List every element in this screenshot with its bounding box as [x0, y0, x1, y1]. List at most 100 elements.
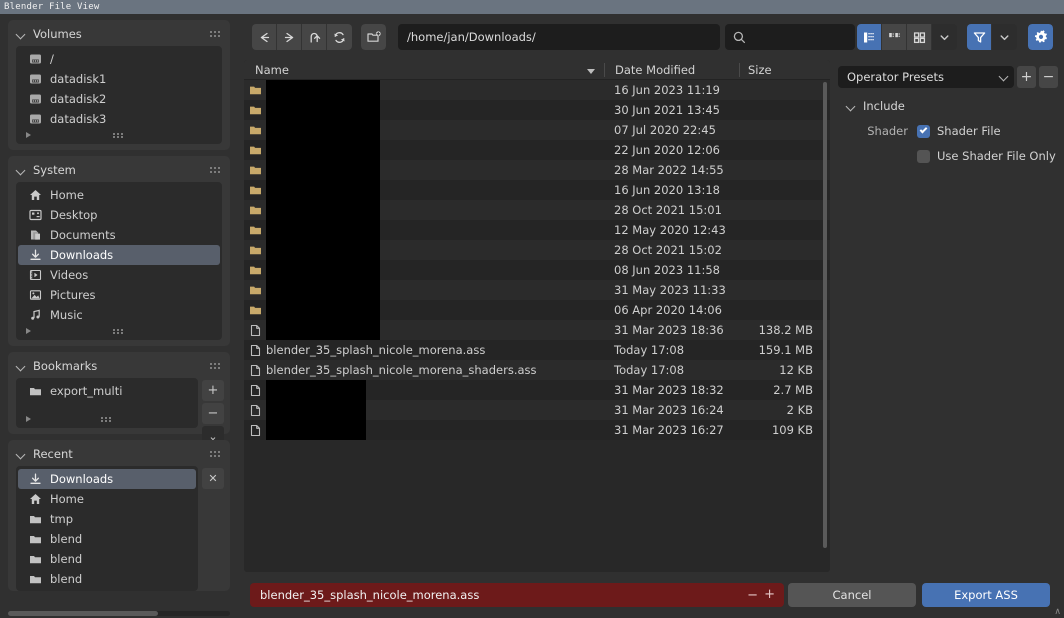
resize-corner-icon[interactable]: ∧	[1054, 608, 1061, 617]
refresh-button[interactable]	[327, 24, 352, 50]
table-row[interactable]: 31 Mar 2023 16:27 109 KB	[244, 420, 830, 440]
table-row[interactable]: 30 Jun 2021 13:45	[244, 100, 830, 120]
sidebar-item-export-multi[interactable]: export_multi	[18, 381, 196, 401]
folder-icon	[244, 144, 266, 156]
table-row[interactable]: 28 Oct 2021 15:02	[244, 240, 830, 260]
filter-options-dropdown[interactable]	[992, 24, 1017, 50]
section-header-recent[interactable]: Recent	[8, 444, 230, 464]
bookmarks-list[interactable]: export_multi	[16, 378, 198, 428]
table-row[interactable]: blender_35_splash_nicole_morena.ass Today…	[244, 340, 830, 360]
table-row[interactable]: 12 May 2020 12:43	[244, 220, 830, 240]
table-row[interactable]: 06 Apr 2020 14:06	[244, 300, 830, 320]
search-input[interactable]	[725, 24, 855, 50]
file-icon	[244, 404, 266, 417]
export-ass-button[interactable]: Export ASS	[922, 583, 1050, 607]
sidebar-item-recent-home[interactable]: Home	[18, 489, 196, 509]
file-list[interactable]: Name Date Modified Size 16 Jun 2023 11:1…	[244, 60, 830, 572]
sidebar-item-recent-blend-1[interactable]: blend	[18, 529, 196, 549]
sidebar-item-recent-blend-2[interactable]: blend	[18, 549, 196, 569]
table-row[interactable]: 16 Jun 2020 13:18	[244, 180, 830, 200]
cancel-button[interactable]: Cancel	[788, 583, 916, 607]
clear-recent-button[interactable]: ✕	[202, 468, 224, 489]
filename-input[interactable]: blender_35_splash_nicole_morena.ass − +	[250, 583, 784, 607]
system-list-footer[interactable]	[16, 325, 222, 338]
sidebar-item-label: /	[50, 52, 54, 66]
table-row[interactable]: 08 Jun 2023 11:58	[244, 260, 830, 280]
sidebar-item-datadisk2[interactable]: datadisk2	[18, 89, 220, 109]
display-mode-vertical-list-button[interactable]	[857, 24, 882, 50]
add-preset-button[interactable]: +	[1017, 66, 1036, 88]
column-header-size[interactable]: Size	[739, 62, 819, 77]
table-row[interactable]: 16 Jun 2023 11:19	[244, 80, 830, 100]
volumes-list[interactable]: / datadisk1 datadisk2 datadisk3	[16, 46, 222, 144]
file-name-cell	[266, 100, 604, 120]
table-row[interactable]: 28 Mar 2022 14:55	[244, 160, 830, 180]
section-header-volumes[interactable]: Volumes	[8, 24, 230, 44]
forward-button[interactable]	[277, 24, 302, 50]
file-name-cell	[266, 420, 604, 440]
new-folder-button[interactable]	[361, 24, 386, 50]
table-row[interactable]: 22 Jun 2020 12:06	[244, 140, 830, 160]
sidebar-item-home[interactable]: Home	[18, 185, 220, 205]
file-icon	[244, 364, 266, 377]
bookmarks-list-footer[interactable]	[16, 413, 198, 426]
sidebar-item-pictures[interactable]: Pictures	[18, 285, 220, 305]
shader-file-checkbox[interactable]	[917, 124, 930, 138]
path-input[interactable]: /home/jan/Downloads/	[398, 24, 720, 50]
sidebar-item-recent-downloads[interactable]: Downloads	[18, 469, 196, 489]
operator-presets-select[interactable]: Operator Presets	[838, 66, 1014, 88]
section-header-system[interactable]: System	[8, 160, 230, 180]
filter-toggle-button[interactable]	[967, 24, 992, 50]
use-shader-file-only-checkbox[interactable]	[917, 149, 930, 163]
display-options-dropdown[interactable]	[932, 24, 957, 50]
recent-list[interactable]: Downloads Home tmp blend blend blend	[16, 466, 198, 591]
sidebar-item-videos[interactable]: Videos	[18, 265, 220, 285]
add-bookmark-button[interactable]: +	[202, 380, 224, 401]
desktop-icon	[26, 208, 44, 222]
column-header-name[interactable]: Name	[244, 63, 604, 77]
remove-preset-button[interactable]: −	[1039, 66, 1058, 88]
sidebar-item-music[interactable]: Music	[18, 305, 220, 325]
system-list[interactable]: Home Desktop Documents Downloads Videos …	[16, 182, 222, 340]
sidebar-item-label: blend	[50, 532, 83, 546]
sidebar-item-recent-tmp[interactable]: tmp	[18, 509, 196, 529]
cancel-label: Cancel	[832, 588, 872, 602]
display-mode-horizontal-list-button[interactable]	[882, 24, 907, 50]
parent-directory-button[interactable]	[302, 24, 327, 50]
table-row[interactable]: 31 Mar 2023 18:32 2.7 MB	[244, 380, 830, 400]
filename-decrement-button[interactable]: −	[747, 588, 758, 603]
include-section-header[interactable]: Include	[846, 99, 1064, 113]
column-header-date-modified[interactable]: Date Modified	[604, 62, 739, 77]
display-mode-thumbnails-button[interactable]	[907, 24, 932, 50]
table-row[interactable]: 07 Jul 2020 22:45	[244, 120, 830, 140]
sidebar-horizontal-scrollbar[interactable]	[8, 611, 230, 616]
remove-bookmark-button[interactable]: −	[202, 403, 224, 424]
sidebar-item-documents[interactable]: Documents	[18, 225, 220, 245]
filename-increment-button[interactable]: +	[764, 587, 775, 602]
redacted-filename	[266, 420, 366, 440]
file-name-cell	[266, 160, 604, 180]
folder-icon	[244, 84, 266, 96]
minus-icon: −	[1042, 69, 1055, 85]
sidebar-item-label: Videos	[50, 268, 89, 282]
settings-button[interactable]	[1028, 24, 1053, 50]
table-row[interactable]: 28 Oct 2021 15:01	[244, 200, 830, 220]
table-row[interactable]: 31 Mar 2023 18:36 138.2 MB	[244, 320, 830, 340]
sidebar-item-recent-blend-3[interactable]: blend	[18, 569, 196, 589]
file-list-scrollbar[interactable]	[823, 82, 827, 548]
sidebar-section-recent: Recent Downloads Home tmp blend blend bl…	[8, 440, 230, 591]
table-row[interactable]: blender_35_splash_nicole_morena_shaders.…	[244, 360, 830, 380]
sidebar-item-datadisk1[interactable]: datadisk1	[18, 69, 220, 89]
volumes-list-footer[interactable]	[16, 129, 222, 142]
file-size-cell: 2.7 MB	[773, 383, 813, 397]
expand-triangle-icon	[26, 132, 31, 138]
sidebar-item-label: datadisk2	[50, 92, 107, 106]
sidebar-item-desktop[interactable]: Desktop	[18, 205, 220, 225]
sidebar-item-datadisk3[interactable]: datadisk3	[18, 109, 220, 129]
table-row[interactable]: 31 Mar 2023 16:24 2 KB	[244, 400, 830, 420]
sidebar-item-downloads[interactable]: Downloads	[18, 245, 220, 265]
back-button[interactable]	[252, 24, 277, 50]
sidebar-item-root[interactable]: /	[18, 49, 220, 69]
section-header-bookmarks[interactable]: Bookmarks	[8, 356, 230, 376]
table-row[interactable]: 31 May 2023 11:33	[244, 280, 830, 300]
